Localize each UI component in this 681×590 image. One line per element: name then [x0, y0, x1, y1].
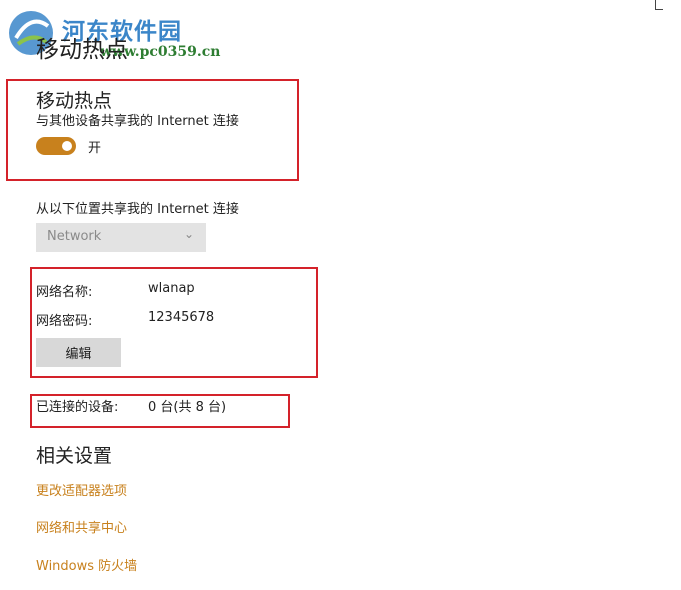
link-change-adapter-options[interactable]: 更改适配器选项: [36, 480, 127, 499]
highlight-box-network-info: [30, 267, 318, 378]
page-title: 移动热点: [36, 37, 128, 63]
link-network-sharing-center[interactable]: 网络和共享中心: [36, 517, 127, 536]
share-from-label: 从以下位置共享我的 Internet 连接: [36, 202, 239, 217]
share-from-selected-value: Network: [47, 229, 102, 244]
corner-mark: [655, 0, 663, 10]
share-from-select[interactable]: Network ⌄: [36, 223, 206, 252]
highlight-box-devices: [30, 394, 290, 428]
chevron-down-icon: ⌄: [183, 227, 194, 241]
link-windows-firewall[interactable]: Windows 防火墙: [36, 555, 137, 574]
related-settings-title: 相关设置: [36, 445, 113, 467]
highlight-box-hotspot: [6, 79, 299, 181]
